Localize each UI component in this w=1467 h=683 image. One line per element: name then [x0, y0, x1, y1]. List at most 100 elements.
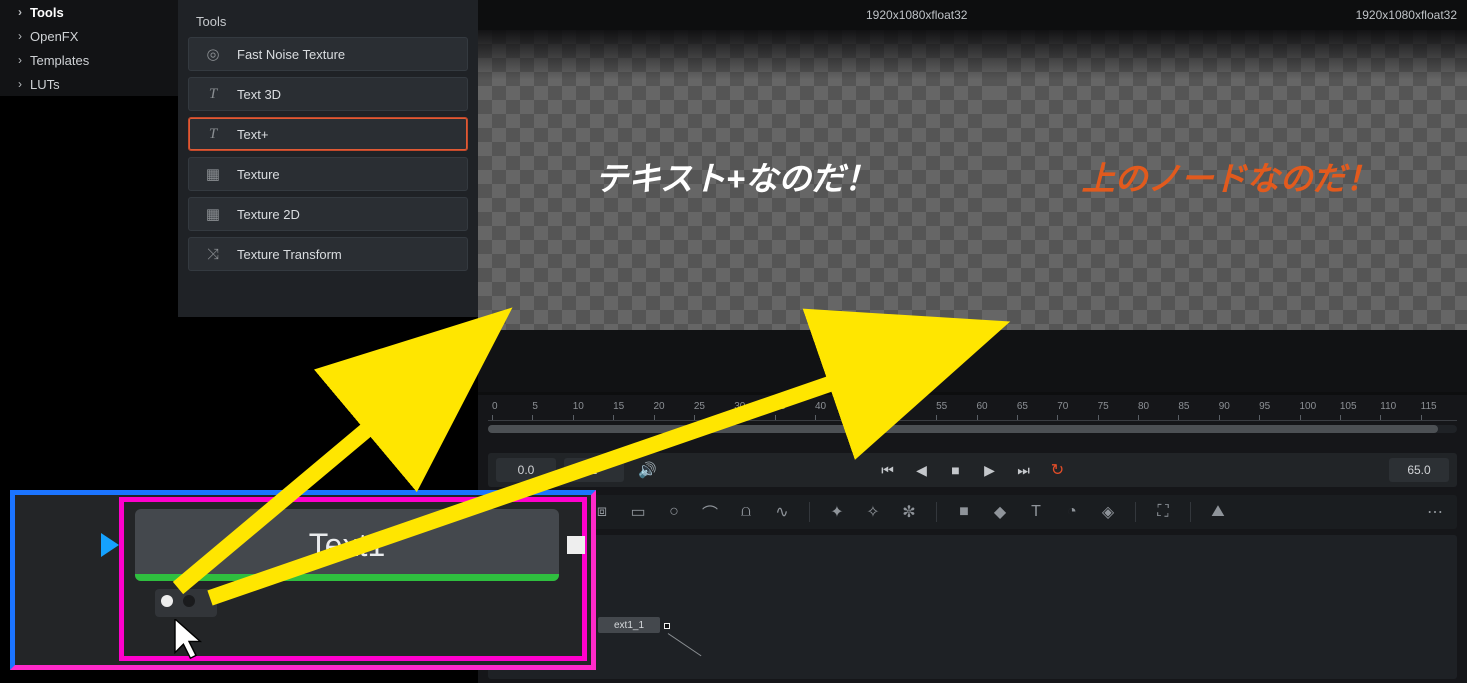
text-icon: T — [189, 86, 237, 103]
flow-node-text1_1[interactable]: ext1_1 — [598, 617, 660, 633]
ruler-scrollbar[interactable] — [488, 425, 1457, 433]
step-back-icon[interactable]: ◀ — [914, 462, 930, 479]
node-input-triangle-icon — [101, 533, 119, 557]
ruler-tick: 95 — [1259, 401, 1270, 412]
ruler-tick: 115 — [1421, 401, 1437, 412]
loop-icon[interactable]: ↻ — [1050, 460, 1066, 480]
skip-back-icon[interactable]: ⏮ — [880, 462, 896, 479]
play-icon[interactable]: ▶ — [982, 462, 998, 479]
toolbox-icon[interactable]: ○ — [665, 503, 683, 521]
toolbox-icon[interactable]: ⌒ — [701, 503, 719, 521]
tool-texture-transform[interactable]: ⤨ Texture Transform — [188, 237, 468, 271]
ruler-tick: 0 — [492, 401, 498, 412]
ruler-tick: 10 — [573, 401, 584, 412]
annotation-inset-zoom: Text1 — [10, 490, 596, 670]
ruler-tick: 75 — [1098, 401, 1109, 412]
flow-node-output-square[interactable] — [664, 623, 670, 629]
viewer-right-format-info: 1920x1080xfloat32 — [1356, 8, 1457, 22]
node-color-band — [135, 574, 559, 581]
transport-bar: 0.0 1 🔊 ⏮ ◀ ■ ▶ ⏭ ↻ 65.0 — [488, 453, 1457, 487]
viewer-left-rendered-text: テキスト+なのだ！ — [478, 152, 994, 200]
speaker-icon[interactable]: 🔊 — [638, 461, 657, 479]
toolbox-icon[interactable]: ⛶ — [1154, 503, 1172, 521]
viewer-vignette — [993, 30, 1467, 80]
fusion-toolbox: ▣▭⧈▭○⌒⩍∿✦✧✼■◆T◔◈⛶⛰⋯ — [488, 495, 1457, 529]
sidebar-item-luts[interactable]: LUTs — [0, 72, 178, 96]
node-socket-a — [161, 595, 173, 607]
toolbox-sep — [1135, 502, 1136, 522]
tool-label: Text+ — [237, 127, 268, 142]
toolbox-icon[interactable]: ◔ — [1063, 503, 1081, 521]
texture-icon: ▦ — [189, 205, 237, 223]
ruler-tick: 20 — [654, 401, 665, 412]
sidebar-item-templates[interactable]: Templates — [0, 48, 178, 72]
chevron-right-icon — [14, 77, 26, 91]
ruler-tick: 55 — [936, 401, 947, 412]
toolbox-icon[interactable]: ∿ — [773, 503, 791, 521]
ruler-tick: 30 — [734, 401, 745, 412]
text-icon: T — [189, 126, 237, 143]
timeline-panel: 0510152025303540455055606570758085909510… — [478, 395, 1467, 683]
chevron-right-icon — [14, 5, 26, 19]
viewer-footer-strip — [478, 330, 1467, 392]
ruler-tick: 85 — [1178, 401, 1189, 412]
dual-viewer-area: 1920x1080xfloat32 1920x1080xfloat32 テキスト… — [478, 0, 1467, 395]
node-socket-b — [183, 595, 195, 607]
chevron-right-icon — [14, 29, 26, 43]
toolbox-icon[interactable]: ■ — [955, 503, 973, 521]
ruler-tick: 25 — [694, 401, 705, 412]
tool-label: Text 3D — [237, 87, 281, 102]
sidebar-item-label: Templates — [30, 53, 89, 68]
flow-node-area[interactable]: ext1_1 — [488, 535, 1457, 679]
transform-icon: ⤨ — [189, 246, 237, 263]
ruler-tick: 70 — [1057, 401, 1068, 412]
cursor-icon — [173, 619, 205, 666]
tool-fast-noise-texture[interactable]: ◎ Fast Noise Texture — [188, 37, 468, 71]
ruler-tick: 110 — [1380, 401, 1396, 412]
viewer-vignette — [478, 30, 994, 80]
sidebar-item-label: OpenFX — [30, 29, 78, 44]
in-point-field[interactable]: 0.0 — [496, 458, 556, 482]
current-frame-field[interactable]: 65.0 — [1389, 458, 1449, 482]
toolbox-icon[interactable]: T — [1027, 503, 1045, 521]
ruler-tick: 105 — [1340, 401, 1357, 412]
node-socket-tab — [155, 589, 217, 617]
tool-texture-2d[interactable]: ▦ Texture 2D — [188, 197, 468, 231]
toolbox-icon[interactable]: ⛰ — [1209, 503, 1227, 521]
skip-forward-icon[interactable]: ⏭ — [1016, 462, 1032, 479]
ruler-tick: 50 — [896, 401, 907, 412]
viewer-right-rendered-text: 上のノードなのだ！ — [993, 152, 1467, 200]
ruler-tick: 90 — [1219, 401, 1230, 412]
toolbox-icon[interactable]: ✧ — [864, 503, 882, 521]
zoomed-node-text1: Text1 — [135, 509, 559, 581]
ruler-tick: 100 — [1300, 401, 1317, 412]
tool-text-3d[interactable]: T Text 3D — [188, 77, 468, 111]
tool-label: Texture — [237, 167, 280, 182]
tool-label: Texture 2D — [237, 207, 300, 222]
ruler-scroll-thumb[interactable] — [488, 425, 1438, 433]
ruler-tick: 45 — [855, 401, 866, 412]
ruler-tick: 65 — [1017, 401, 1028, 412]
time-ruler[interactable]: 0510152025303540455055606570758085909510… — [488, 401, 1457, 421]
toolbox-icon[interactable]: ✼ — [900, 503, 918, 521]
toolbox-icon[interactable]: ▭ — [629, 503, 647, 521]
toolbox-icon[interactable]: ⩍ — [737, 503, 755, 521]
stop-icon[interactable]: ■ — [948, 462, 964, 478]
ruler-tick: 40 — [815, 401, 826, 412]
out-point-field[interactable]: 1 — [564, 458, 624, 482]
tool-texture[interactable]: ▦ Texture — [188, 157, 468, 191]
viewer-right[interactable]: 上のノードなのだ！ — [993, 30, 1467, 330]
sidebar-item-label: LUTs — [30, 77, 60, 92]
ruler-tick: 80 — [1138, 401, 1149, 412]
tools-panel: Tools ◎ Fast Noise Texture T Text 3D T T… — [178, 0, 478, 317]
viewer-left[interactable]: テキスト+なのだ！ — [478, 30, 994, 330]
tool-text-plus[interactable]: T Text+ — [188, 117, 468, 151]
toolbox-icon[interactable]: ✦ — [828, 503, 846, 521]
toolbox-icon[interactable]: ◈ — [1099, 503, 1117, 521]
toolbox-icon[interactable]: ◆ — [991, 503, 1009, 521]
sidebar-item-openfx[interactable]: OpenFX — [0, 24, 178, 48]
more-button[interactable]: ⋯ — [1427, 502, 1445, 522]
tool-label: Fast Noise Texture — [237, 47, 345, 62]
chevron-right-icon — [14, 53, 26, 67]
sidebar-item-tools[interactable]: Tools — [0, 0, 178, 24]
